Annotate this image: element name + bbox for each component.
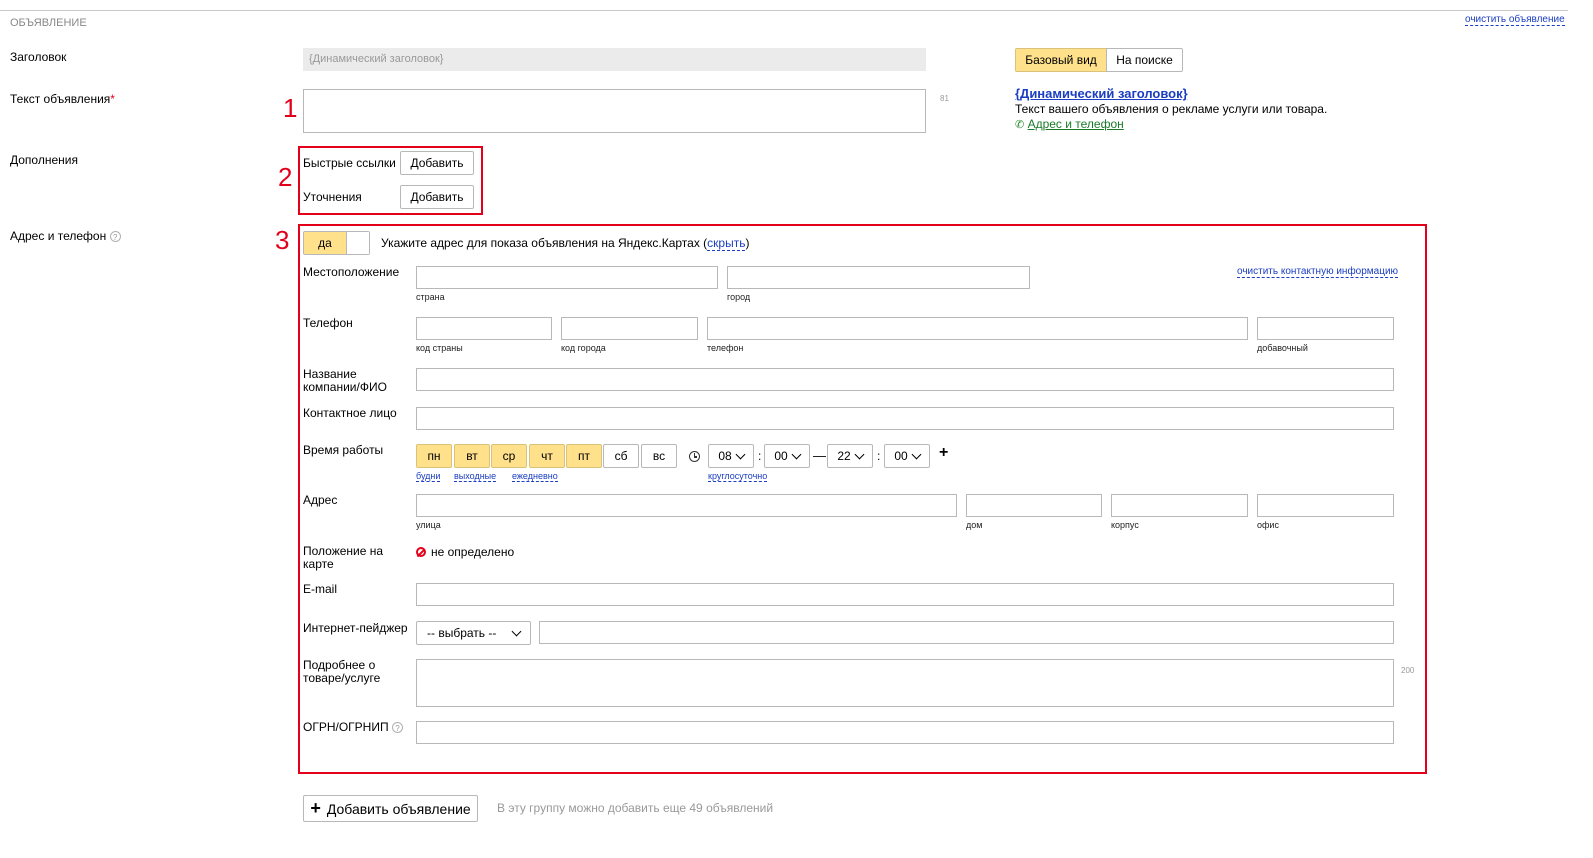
contact-label-text: Адрес и телефон [10,229,107,243]
plus-icon: + [310,798,321,818]
annotation-2: 2 [278,162,293,192]
contact-label: Адрес и телефон ? [10,230,121,243]
annotation-3: 3 [275,225,290,255]
tab-basic-view[interactable]: Базовый вид [1015,48,1107,72]
annotation-1: 1 [283,93,298,123]
tab-on-search[interactable]: На поиске [1106,48,1183,72]
help-icon[interactable]: ? [109,231,121,243]
preview-text: Текст вашего объявления о рекламе услуги… [1015,102,1328,116]
headline-label: Заголовок [10,50,67,64]
extras-label: Дополнения [10,153,78,167]
ad-text-counter: 81 [940,94,949,103]
add-ad-label: Добавить объявление [326,800,471,817]
phone-icon: ✆ [1015,119,1025,131]
section-title: ОБЪЯВЛЕНИЕ [10,17,87,29]
headline-input: {Динамический заголовок} [303,48,926,71]
add-ad-button[interactable]: + Добавить объявление [303,795,478,822]
clear-ad-link[interactable]: очистить объявление [1465,14,1565,26]
preview-title[interactable]: {Динамический заголовок} [1015,86,1188,101]
footer-hint: В эту группу можно добавить еще 49 объяв… [497,801,774,815]
ad-text-textarea[interactable] [303,89,926,133]
headline-value: {Динамический заголовок} [309,53,444,65]
annotation-box-3 [298,224,1427,774]
annotation-box-2 [298,146,483,215]
top-divider [0,10,1568,11]
preview-contact-link[interactable]: Адрес и телефон [1028,117,1124,131]
preview-contact[interactable]: ✆ Адрес и телефон [1015,117,1124,131]
required-mark: * [110,92,115,106]
ad-text-label-text: Текст объявления [10,92,111,106]
ad-text-label: Текст объявления* [10,93,115,106]
